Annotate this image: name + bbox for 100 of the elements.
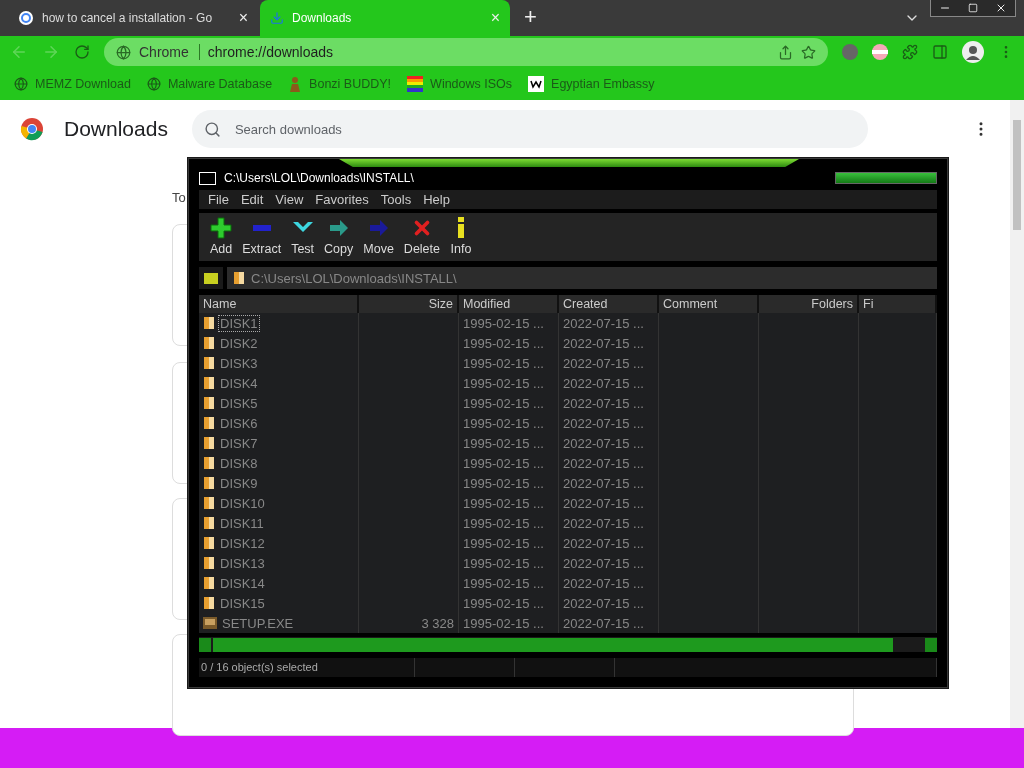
name-cell[interactable]: DISK3: [199, 353, 359, 374]
toolbar-button[interactable]: Test: [286, 217, 320, 257]
search-field[interactable]: Search downloads: [191, 110, 868, 148]
name-cell[interactable]: DISK14: [199, 573, 359, 594]
modified-cell: 1995-02-15 ...: [459, 453, 559, 474]
column-header[interactable]: Folders: [759, 295, 859, 314]
name-cell[interactable]: DISK9: [199, 473, 359, 494]
plus-icon: [210, 217, 233, 240]
scroll-left-button[interactable]: [199, 637, 211, 652]
modified-cell: 1995-02-15 ...: [459, 393, 559, 414]
name-cell[interactable]: DISK1: [199, 313, 359, 334]
share-icon[interactable]: [778, 44, 793, 60]
bookmark[interactable]: Egyptian Embassy: [528, 76, 655, 92]
close-icon[interactable]: [995, 2, 1007, 14]
modified-cell: 1995-02-15 ...: [459, 493, 559, 514]
close-icon[interactable]: ×: [238, 9, 248, 27]
folder-icon: [203, 436, 215, 451]
menu-item[interactable]: Edit: [235, 189, 269, 209]
star-icon[interactable]: [801, 44, 816, 60]
modified-cell: 1995-02-15 ...: [459, 433, 559, 454]
toolbar-button[interactable]: Info: [445, 217, 477, 257]
folder-up-icon[interactable]: [199, 267, 223, 290]
scrollbar-thumb[interactable]: [1013, 120, 1021, 230]
column-header[interactable]: Comment: [659, 295, 759, 314]
modified-cell: 1995-02-15 ...: [459, 513, 559, 534]
folder-icon: [203, 356, 215, 371]
bookmark[interactable]: Bonzi BUDDY!: [288, 76, 392, 92]
menu-item[interactable]: Favorites: [310, 189, 374, 209]
name-cell[interactable]: DISK15: [199, 593, 359, 614]
search-icon: [203, 120, 221, 138]
tab-title: Downloads: [292, 11, 353, 25]
extension-icon[interactable]: [872, 44, 888, 60]
folder-icon: [203, 596, 215, 611]
menu-item[interactable]: Help: [418, 189, 455, 209]
folder-icon: [203, 476, 215, 491]
name-cell[interactable]: DISK11: [199, 513, 359, 534]
modified-cell: 1995-02-15 ...: [459, 353, 559, 374]
menu-item[interactable]: Tools: [375, 189, 417, 209]
chrome-icon: [116, 44, 131, 60]
toolbar-button[interactable]: Extract: [237, 217, 287, 257]
created-cell: 2022-07-15 ...: [559, 373, 659, 394]
name-cell[interactable]: DISK12: [199, 533, 359, 554]
toolbar-button[interactable]: Copy: [319, 217, 359, 257]
extensions-icon[interactable]: [902, 44, 918, 60]
path-field[interactable]: C:\Users\LOL\Downloads\INSTALL\: [227, 267, 937, 290]
created-cell: 2022-07-15 ...: [559, 473, 659, 494]
avatar-icon[interactable]: [962, 41, 984, 63]
file-name: SETUP.EXE: [221, 615, 295, 631]
bookmark[interactable]: Malware Database: [146, 77, 273, 91]
file-name: DISK14: [219, 575, 266, 591]
folder-icon: [203, 576, 215, 591]
folder-icon: [203, 516, 215, 531]
reload-icon[interactable]: [74, 44, 90, 60]
browser-tab[interactable]: how to cancel a installation - Go ×: [8, 3, 258, 33]
name-cell[interactable]: DISK5: [199, 393, 359, 414]
file-name: DISK5: [219, 395, 259, 411]
toolbar-button[interactable]: Add: [205, 217, 238, 257]
created-cell: 2022-07-15 ...: [559, 433, 659, 454]
toolbar-button[interactable]: Move: [358, 217, 399, 257]
toolbar-button[interactable]: Delete: [398, 217, 445, 257]
modified-cell: 1995-02-15 ...: [459, 573, 559, 594]
menu-item[interactable]: File: [203, 189, 234, 209]
scroll-right-button[interactable]: [925, 637, 937, 652]
window-controls[interactable]: [835, 172, 937, 185]
bookmark[interactable]: MEMZ Download: [14, 77, 131, 91]
name-cell[interactable]: DISK13: [199, 553, 359, 574]
new-tab-button[interactable]: +: [524, 4, 537, 30]
name-cell[interactable]: DISK4: [199, 373, 359, 394]
chrome-logo-icon: [20, 117, 44, 141]
column-header[interactable]: Created: [559, 295, 659, 314]
name-cell[interactable]: SETUP.EXE: [199, 613, 359, 634]
column-header[interactable]: Fi: [859, 295, 937, 314]
restore-icon[interactable]: [968, 3, 978, 13]
name-cell[interactable]: DISK7: [199, 433, 359, 454]
bookmark[interactable]: Windows ISOs: [407, 76, 513, 92]
flag-icon: [407, 76, 424, 92]
name-cell[interactable]: DISK10: [199, 493, 359, 514]
name-cell[interactable]: DISK8: [199, 453, 359, 474]
file-name: DISK13: [219, 555, 266, 571]
created-cell: 2022-07-15 ...: [559, 553, 659, 574]
scrollbar-thumb[interactable]: [213, 637, 893, 652]
address-bar[interactable]: Chrome chrome://downloads: [104, 38, 828, 66]
page-title: Downloads: [64, 117, 168, 141]
date-heading: To: [172, 190, 186, 205]
status-text: 0 / 16 object(s) selected: [199, 658, 415, 677]
created-cell: 2022-07-15 ...: [559, 453, 659, 474]
file-name: DISK7: [219, 435, 259, 451]
file-name: DISK15: [219, 595, 266, 611]
file-name: DISK3: [219, 355, 259, 371]
column-header[interactable]: Size: [359, 295, 459, 314]
side-panel-icon[interactable]: [932, 44, 948, 60]
column-header[interactable]: Modified: [459, 295, 559, 314]
program-icon: [203, 616, 217, 631]
file-name: DISK9: [219, 475, 259, 491]
menu-item[interactable]: View: [270, 189, 309, 209]
name-cell[interactable]: DISK2: [199, 333, 359, 354]
name-cell[interactable]: DISK6: [199, 413, 359, 434]
extension-icon[interactable]: [842, 44, 858, 60]
column-header[interactable]: Name: [199, 295, 359, 314]
folder-icon: [203, 376, 215, 391]
